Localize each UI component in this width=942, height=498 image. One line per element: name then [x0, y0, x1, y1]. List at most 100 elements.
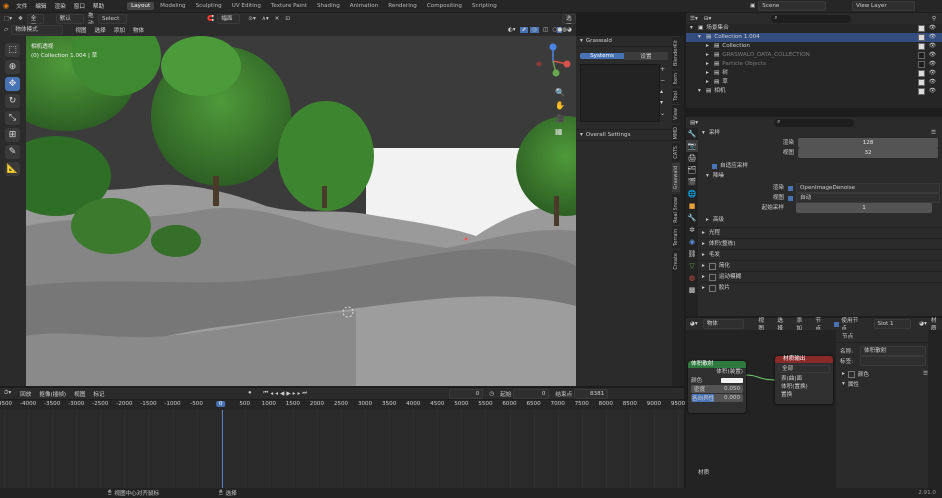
anisotropy-value[interactable]: 0.000 — [724, 395, 740, 401]
overall-settings-header[interactable]: Overall Settings — [586, 132, 631, 138]
workspace-tab[interactable]: Animation — [346, 2, 383, 10]
render-tab-icon[interactable]: 📷 — [686, 140, 698, 152]
snap-icon[interactable]: 🧲 — [207, 16, 214, 22]
end-frame-field[interactable]: 8381 — [574, 388, 609, 399]
measure-tool-icon[interactable]: 📐 — [5, 162, 20, 176]
add-icon[interactable]: + — [660, 64, 669, 75]
prev-key-icon[interactable]: ◂◂ — [270, 391, 280, 397]
eye-icon[interactable]: 👁 — [929, 60, 936, 69]
record-icon[interactable]: ⏺ — [249, 390, 252, 397]
sidebar-tab[interactable]: Create — [672, 249, 680, 273]
exclude-checkbox[interactable] — [917, 88, 925, 95]
sampling-header[interactable]: 采样 — [709, 128, 720, 138]
color-checkbox[interactable] — [847, 370, 855, 378]
pivot-dropdown[interactable]: 默认 — [55, 13, 85, 24]
outliner-row[interactable]: ▾ ▤ Collection 1.004 👁 — [686, 33, 942, 42]
expand-arrow-icon[interactable]: ▾ — [698, 87, 703, 96]
start-frame-field[interactable]: 0 — [513, 388, 550, 399]
timeline-ruler[interactable]: -4500 -4000 -3500 -3000 -2500 -2000 -1500 -1000… — [0, 400, 685, 410]
shader-type-dropdown[interactable]: 物体 — [702, 319, 745, 329]
list-icon[interactable]: ☰ — [931, 128, 936, 138]
viewport-menu-item[interactable]: 视图 — [75, 26, 86, 34]
jump-start-icon[interactable]: ⏮ — [263, 390, 270, 397]
expand-arrow-icon[interactable]: ▸ — [706, 51, 711, 60]
data-tab-icon[interactable]: ▽ — [686, 260, 698, 272]
select-mode-dropdown[interactable]: Select Box — [98, 13, 128, 30]
property-section-row[interactable]: ▸ 光程 — [698, 227, 942, 238]
workspace-tab[interactable]: Texture Paint — [267, 2, 311, 10]
property-section-row[interactable]: ▸ 体积(整栋) — [698, 238, 942, 249]
texture-tab-icon[interactable]: ▩ — [686, 284, 698, 296]
node-name-field[interactable]: 体积散射 — [860, 346, 926, 356]
exclude-checkbox[interactable] — [917, 25, 925, 32]
menu-item[interactable]: 文件 — [16, 2, 27, 10]
denoise-header[interactable]: 降噪 — [713, 171, 724, 181]
section-checkbox[interactable] — [708, 284, 716, 292]
exclude-checkbox[interactable] — [917, 70, 925, 77]
eye-icon[interactable]: 👁 — [929, 87, 936, 96]
workspace-tab[interactable]: Layout — [127, 2, 155, 10]
sidebar-tab[interactable]: View — [672, 104, 680, 123]
move-down-icon[interactable]: ▾ — [660, 97, 669, 108]
pan-hand-icon[interactable]: ✋ — [555, 99, 565, 112]
tab-systems[interactable]: Systems — [580, 52, 624, 59]
physics-tab-icon[interactable]: ◉ — [686, 236, 698, 248]
side-color-label[interactable]: 颜色 — [858, 370, 869, 378]
camera-view-icon[interactable]: 🎥 — [555, 112, 565, 125]
expand-arrow-icon[interactable]: ▸ — [706, 42, 711, 51]
view-layer-selector[interactable]: View Layer — [852, 1, 915, 11]
node-label-field[interactable] — [860, 356, 926, 366]
outliner-row[interactable]: ▾ ▤ 相机 👁 — [686, 87, 942, 96]
outliner-search[interactable]: ⌕ — [771, 14, 852, 23]
world-tab-icon[interactable]: 🌐 — [686, 188, 698, 200]
section-checkbox[interactable] — [708, 273, 716, 281]
orientation-dropdown[interactable]: 全局系 — [26, 13, 44, 38]
graswald-panel-title[interactable]: Graswald — [586, 38, 612, 44]
property-section-row[interactable]: ▸ 简化 — [698, 260, 942, 271]
outliner-row[interactable]: ▸ ▤ 树 👁 — [686, 69, 942, 78]
eye-icon[interactable]: 👁 — [929, 69, 936, 78]
constraints-tab-icon[interactable]: ⛓ — [686, 248, 698, 260]
select-tool-icon[interactable]: ⬚ — [5, 43, 20, 57]
menu-item[interactable]: 窗口 — [74, 2, 85, 10]
jump-end-icon[interactable]: ⏭ — [302, 390, 309, 397]
outliner-editor-icon[interactable]: ☰▾ — [690, 16, 698, 22]
timeline-menu-item[interactable]: 回放 — [20, 390, 31, 398]
density-value[interactable]: 0.050 — [724, 386, 740, 392]
sidebar-tab[interactable]: Graswald — [672, 162, 680, 193]
viewport-menu-item[interactable]: 添加 — [114, 26, 125, 34]
mode-dropdown[interactable]: 物体模式 — [11, 25, 64, 35]
timeline-area[interactable] — [0, 410, 684, 488]
editor-type-icon[interactable]: ⬚▾ — [4, 16, 12, 22]
denoise-viewport-dropdown[interactable]: 自动 — [796, 193, 940, 203]
scene-selector[interactable]: ▣ Scene — [750, 1, 827, 11]
falloff-icon[interactable]: ∧▾ — [262, 16, 269, 22]
filter-icon[interactable]: ⚲ — [932, 16, 936, 22]
menu-item[interactable]: 帮助 — [93, 2, 104, 10]
exclude-checkbox[interactable] — [917, 43, 925, 50]
options-dropdown[interactable]: 选项 — [562, 13, 577, 30]
slot-dropdown[interactable]: Slot 1 — [873, 319, 912, 329]
rendered-shading-icon[interactable]: ◕ — [567, 27, 572, 33]
section-checkbox[interactable] — [708, 262, 716, 270]
start-sample-field[interactable]: 1 — [796, 203, 932, 213]
viewport-menu-item[interactable]: 物体 — [133, 26, 144, 34]
annotate-tool-icon[interactable]: ✎ — [5, 145, 20, 159]
zoom-icon[interactable]: 🔍 — [555, 86, 565, 99]
scene-name[interactable]: Scene — [758, 1, 827, 11]
remove-icon[interactable]: − — [660, 75, 669, 86]
color-swatch[interactable] — [721, 377, 743, 383]
side-props-label[interactable]: 属性 — [848, 380, 859, 388]
outliner-row[interactable]: ▸ ▤ 草 👁 — [686, 78, 942, 87]
timeline-menu-item[interactable]: 视图 — [74, 390, 85, 398]
properties-editor-icon[interactable]: ▤▾ — [690, 120, 698, 126]
visibility-icon[interactable]: ◐▾ — [508, 27, 516, 33]
overlay-icon[interactable]: ◎ — [530, 27, 540, 33]
scene-tab-icon[interactable]: 🎬 — [686, 176, 698, 188]
sidebar-tab[interactable]: Tool — [672, 87, 680, 105]
adaptive-checkbox[interactable] — [712, 163, 717, 169]
scale-tool-icon[interactable]: ⤡ — [5, 111, 20, 125]
workspace-tab[interactable]: Compositing — [423, 2, 466, 10]
volume-scatter-node[interactable]: 体积散射 体积(装置) 颜色 密度 0.050 各向异性 0.000 — [688, 361, 746, 413]
mirror-icon[interactable]: ✕ — [275, 16, 280, 22]
